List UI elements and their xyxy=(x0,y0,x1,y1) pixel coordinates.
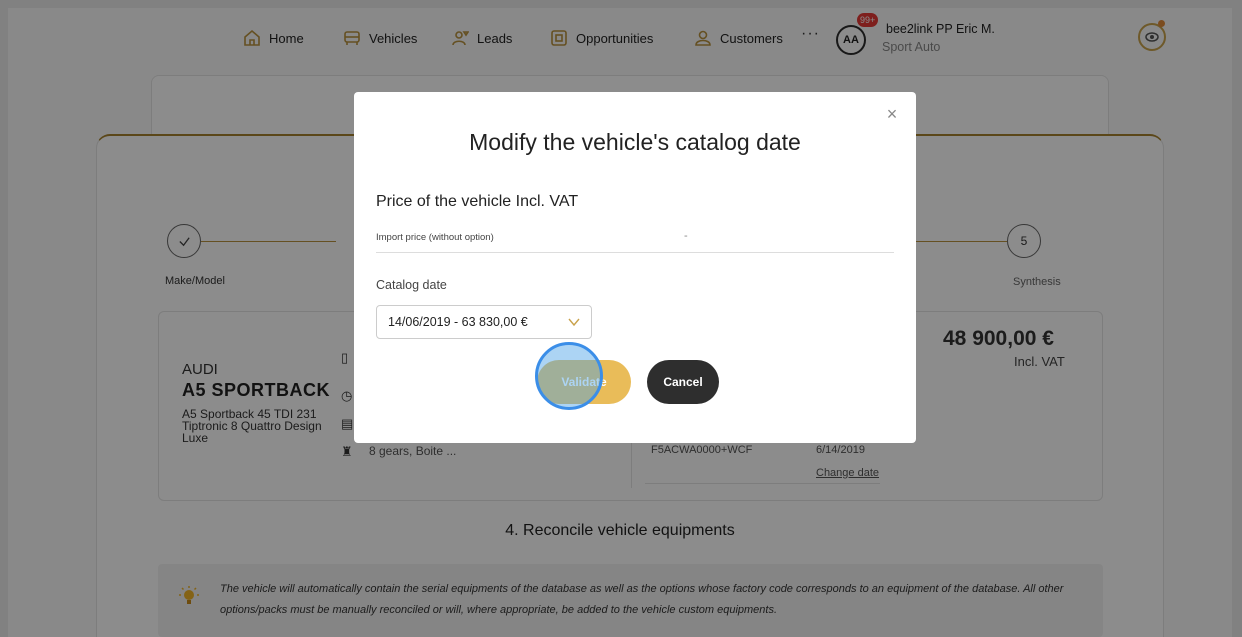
chevron-down-icon xyxy=(568,318,580,327)
close-icon[interactable]: × xyxy=(884,105,900,123)
catalog-date-selected: 14/06/2019 - 63 830,00 € xyxy=(388,315,528,329)
catalog-date-label: Catalog date xyxy=(376,278,447,292)
cancel-button[interactable]: Cancel xyxy=(647,360,719,404)
catalog-date-select[interactable]: 14/06/2019 - 63 830,00 € xyxy=(376,305,592,339)
price-heading: Price of the vehicle Incl. VAT xyxy=(376,193,579,210)
validate-button[interactable]: Validate xyxy=(537,360,631,404)
import-price-label: Import price (without option) xyxy=(376,232,494,243)
catalog-date-modal: × Modify the vehicle's catalog date Pric… xyxy=(354,92,916,443)
import-price-value: - xyxy=(684,230,688,242)
import-price-underline xyxy=(376,252,894,253)
modal-title: Modify the vehicle's catalog date xyxy=(469,129,801,155)
